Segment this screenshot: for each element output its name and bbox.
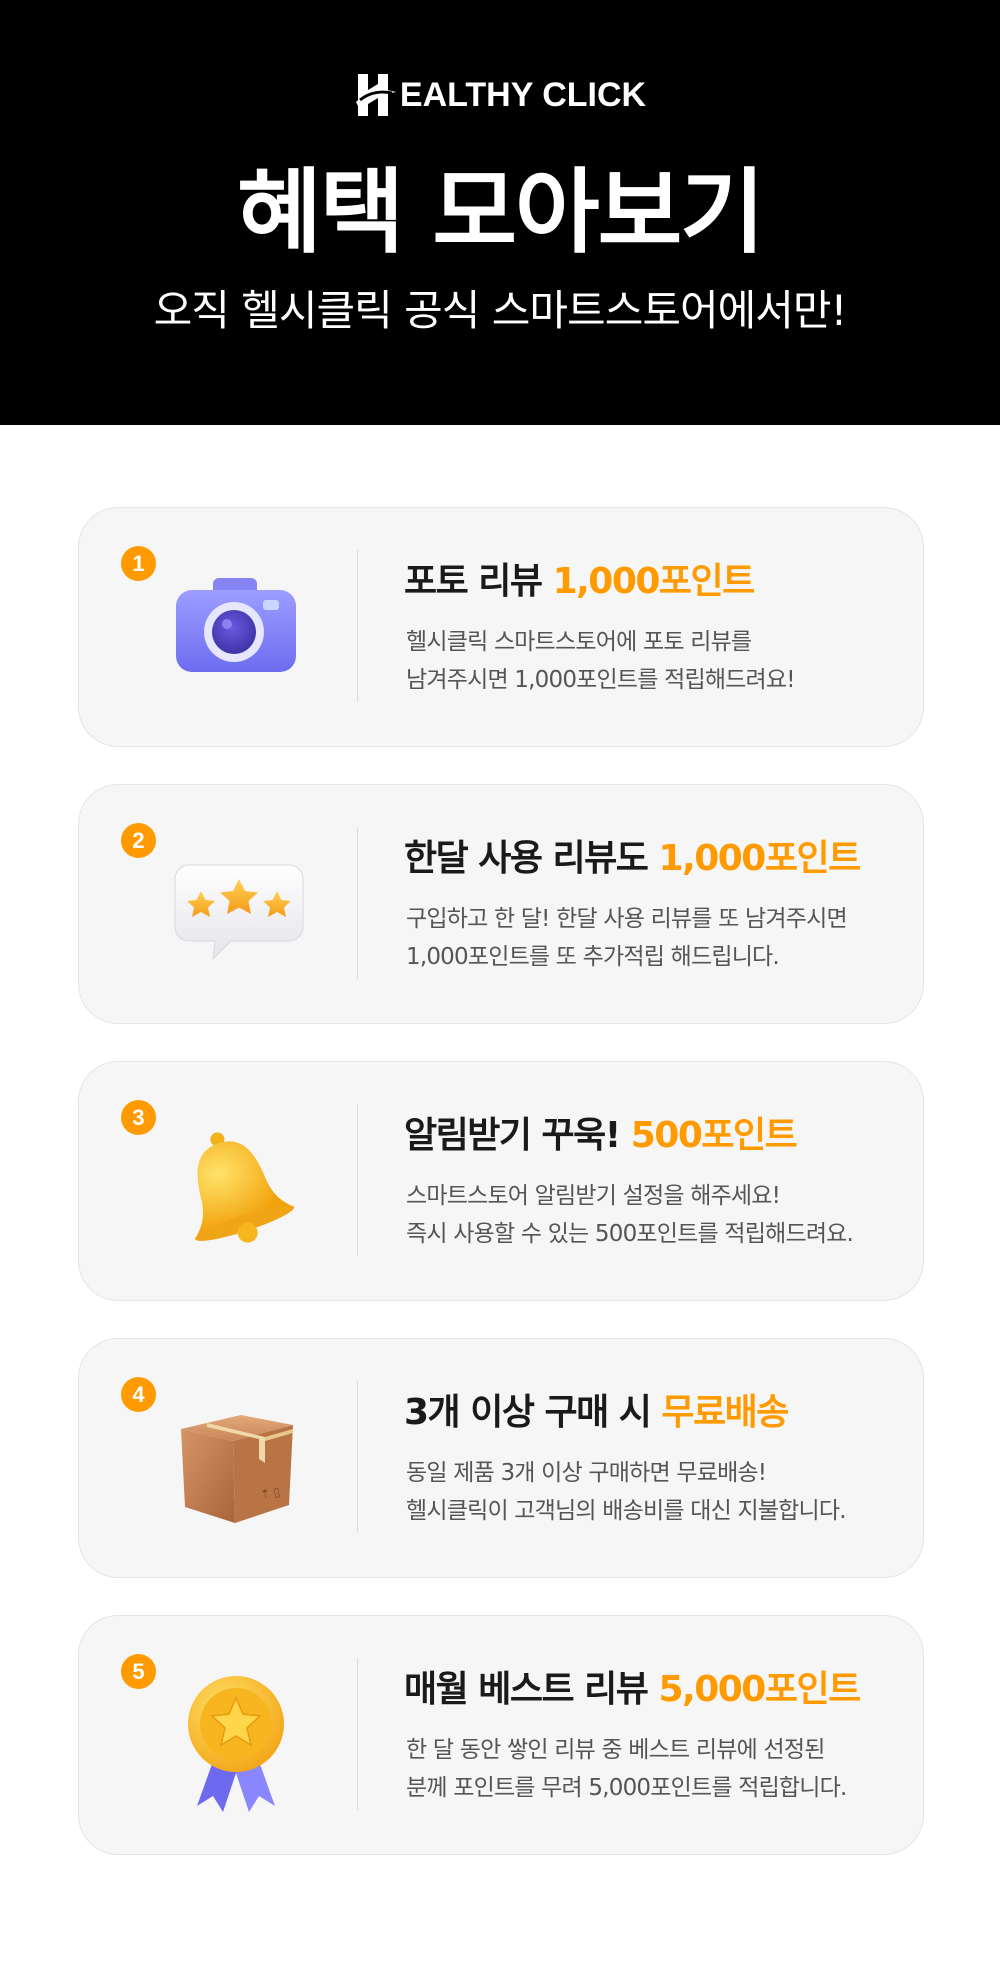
benefit-number-badge: 4 [121, 1377, 156, 1412]
benefit-desc-line: 헬시클릭 스마트스토어에 포토 리뷰를 [406, 629, 752, 655]
benefit-highlight: 500포인트 [630, 1115, 798, 1156]
benefit-title-text: 3개 이상 구매 시 [404, 1392, 652, 1433]
benefit-description: 동일 제품 3개 이상 구매하면 무료배송! 헬시클릭이 고객님의 배송비를 대… [406, 1454, 847, 1530]
header-banner: EALTHY CLICK 혜택 모아보기 오직 헬시클릭 공식 스마트스토어에서… [0, 0, 1000, 425]
box-icon: ⇡ ▯ [161, 1389, 311, 1539]
benefit-title: 포토 리뷰 1,000포인트 [404, 558, 756, 606]
benefit-number-badge: 2 [121, 823, 156, 858]
benefit-card-best-review: 5 매월 베스트 리뷰 5,000포인트 한 달 동안 쌓인 리뷰 중 베스트 … [78, 1615, 924, 1855]
card-divider [357, 550, 358, 702]
page-subtitle: 오직 헬시클릭 공식 스마트스토어에서만! [153, 286, 848, 335]
benefit-title-text: 한달 사용 리뷰도 [404, 838, 649, 879]
medal-icon [161, 1666, 311, 1816]
benefit-highlight: 1,000포인트 [552, 561, 756, 602]
camera-icon [161, 558, 311, 708]
benefit-desc-line: 남겨주시면 1,000포인트를 적립해드려요! [406, 667, 795, 693]
benefit-title-text: 알림받기 꾸욱! [404, 1115, 621, 1156]
benefit-desc-line: 헬시클릭이 고객님의 배송비를 대신 지불합니다. [406, 1498, 847, 1524]
benefit-title: 매월 베스트 리뷰 5,000포인트 [404, 1666, 861, 1714]
benefit-highlight: 1,000포인트 [658, 838, 861, 879]
benefit-title-text: 매월 베스트 리뷰 [404, 1669, 649, 1710]
benefit-card-free-shipping: 4 ⇡ ▯ 3개 이상 구매 시 무료배송 동일 제품 3개 이상 구매하면 무… [78, 1338, 924, 1578]
benefit-highlight: 무료배송 [661, 1392, 789, 1433]
card-divider [357, 1381, 358, 1533]
brand-logo: EALTHY CLICK [0, 72, 1000, 118]
benefit-description: 헬시클릭 스마트스토어에 포토 리뷰를 남겨주시면 1,000포인트를 적립해드… [406, 623, 795, 699]
benefit-card-monthly-review: 2 한달 사용 리뷰도 1,000포인트 구입하고 한 달! 한달 사용 리뷰를… [78, 784, 924, 1024]
benefit-description: 스마트스토어 알림받기 설정을 해주세요! 즉시 사용할 수 있는 500포인트… [406, 1177, 854, 1253]
benefit-highlight: 5,000포인트 [658, 1669, 861, 1710]
logo-text: EALTHY CLICK [399, 76, 647, 114]
benefit-title: 3개 이상 구매 시 무료배송 [404, 1389, 789, 1437]
benefit-desc-line: 한 달 동안 쌓인 리뷰 중 베스트 리뷰에 선정된 [406, 1737, 825, 1763]
benefit-title-text: 포토 리뷰 [404, 561, 543, 602]
card-divider [357, 1658, 358, 1810]
benefit-title: 한달 사용 리뷰도 1,000포인트 [404, 835, 861, 883]
benefit-description: 한 달 동안 쌓인 리뷰 중 베스트 리뷰에 선정된 분께 포인트를 무려 5,… [406, 1731, 847, 1807]
benefit-title: 알림받기 꾸욱! 500포인트 [404, 1112, 798, 1160]
logo-h-icon [355, 74, 396, 116]
benefit-desc-line: 즉시 사용할 수 있는 500포인트를 적립해드려요. [406, 1221, 854, 1247]
benefit-desc-line: 구입하고 한 달! 한달 사용 리뷰를 또 남겨주시면 [406, 906, 848, 932]
benefit-card-photo-review: 1 포토 리뷰 1,000포인트 헬시클릭 스마트스토어에 포토 리뷰를 남겨주… [78, 507, 924, 747]
benefit-number-badge: 3 [121, 1100, 156, 1135]
benefit-number-badge: 1 [121, 546, 156, 581]
card-divider [357, 827, 358, 979]
benefit-description: 구입하고 한 달! 한달 사용 리뷰를 또 남겨주시면 1,000포인트를 또 … [406, 900, 848, 976]
benefit-desc-line: 분께 포인트를 무려 5,000포인트를 적립합니다. [406, 1775, 847, 1801]
benefit-desc-line: 스마트스토어 알림받기 설정을 해주세요! [406, 1183, 781, 1209]
benefit-desc-line: 동일 제품 3개 이상 구매하면 무료배송! [406, 1460, 767, 1486]
benefit-number-badge: 5 [121, 1654, 156, 1689]
benefit-desc-line: 1,000포인트를 또 추가적립 해드립니다. [406, 944, 780, 970]
card-divider [357, 1104, 358, 1256]
benefit-card-notification: 3 알림받기 꾸욱! 500포인트 스마트스토어 알림받기 설정을 해주세요! … [78, 1061, 924, 1301]
star-speech-bubble-icon [161, 835, 311, 985]
page-title: 혜택 모아보기 [237, 159, 765, 266]
bell-icon [161, 1112, 311, 1262]
